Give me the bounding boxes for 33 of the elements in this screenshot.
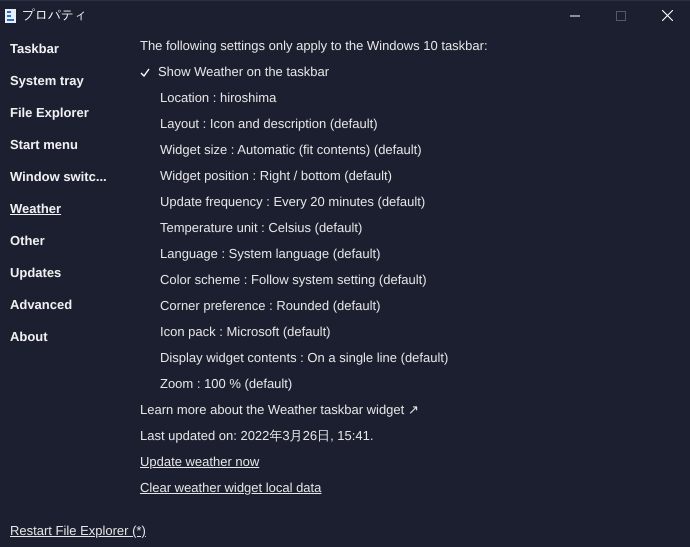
sidebar-item[interactable]: File Explorer — [10, 97, 89, 129]
sidebar-item[interactable]: Start menu — [10, 129, 78, 161]
restart-link[interactable]: Restart File Explorer (*) — [10, 521, 146, 541]
app-icon — [5, 8, 16, 22]
action-link[interactable]: Update weather now — [140, 449, 260, 475]
setting-item[interactable]: Widget size : Automatic (fit contents) (default) — [160, 137, 422, 163]
checkbox-label[interactable]: Show Weather on the taskbar — [158, 59, 330, 85]
sidebar-item[interactable]: Weather — [10, 193, 62, 225]
learn-more-link[interactable]: Learn more about the Weather taskbar widget ↗ — [140, 397, 419, 423]
window-title: プロパティ — [22, 7, 87, 24]
action-link[interactable]: Clear weather widget local data — [140, 475, 322, 501]
setting-item[interactable]: Corner preference : Rounded (default) — [160, 293, 380, 319]
sidebar-item[interactable]: Window switc... — [10, 161, 107, 193]
sidebar-item[interactable]: Advanced — [10, 289, 72, 321]
sidebar-item[interactable]: System tray — [10, 65, 84, 97]
setting-item[interactable]: Zoom : 100 % (default) — [160, 371, 292, 397]
setting-item[interactable]: Location : hiroshima — [160, 85, 276, 111]
sidebar-item[interactable]: Taskbar — [10, 33, 59, 65]
setting-item[interactable]: Color scheme : Follow system setting (default) — [160, 267, 427, 293]
sidebar-item[interactable]: Other — [10, 225, 45, 257]
checkmark-icon[interactable] — [140, 68, 150, 76]
setting-item[interactable]: Temperature unit : Celsius (default) — [160, 215, 362, 241]
sidebar-item[interactable]: Updates — [10, 257, 62, 289]
setting-item[interactable]: Widget position : Right / bottom (default) — [160, 163, 392, 189]
last-updated-text: Last updated on: 2022年3月26日, 15:41. — [140, 427, 374, 445]
close-icon — [662, 10, 672, 21]
setting-item[interactable]: Display widget contents : On a single line (default) — [160, 345, 448, 371]
setting-item[interactable]: Update frequency : Every 20 minutes (default) — [160, 189, 426, 215]
info-text: The following settings only apply to the Windows 10 taskbar: — [140, 37, 488, 55]
setting-item[interactable]: Layout : Icon and description (default) — [160, 111, 378, 137]
sidebar-item[interactable]: About — [10, 321, 48, 353]
setting-item[interactable]: Language : System language (default) — [160, 241, 380, 267]
setting-item[interactable]: Icon pack : Microsoft (default) — [160, 319, 331, 345]
